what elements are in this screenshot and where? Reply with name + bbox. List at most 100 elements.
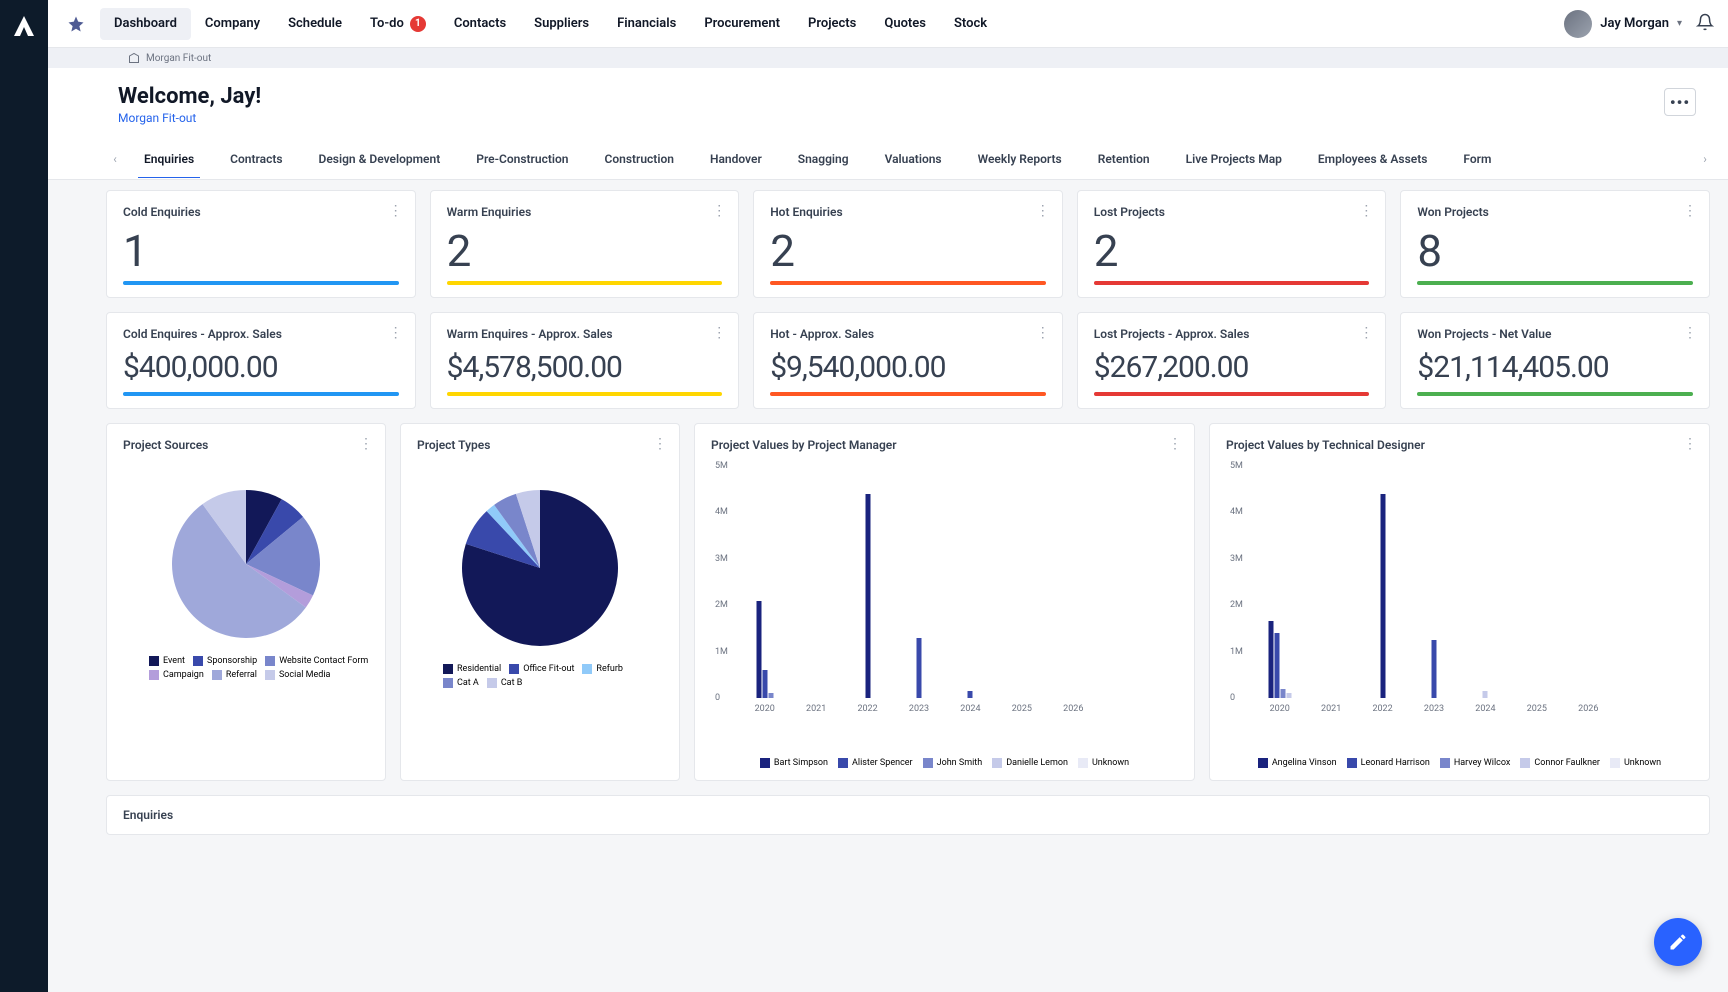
card-menu-icon[interactable]: ⋮ bbox=[1683, 436, 1697, 452]
tabs-scroll-right-icon[interactable]: › bbox=[1694, 139, 1716, 179]
chart-card-project_types: Project Types⋮ResidentialOffice Fit-outR… bbox=[400, 423, 680, 781]
tab-retention[interactable]: Retention bbox=[1080, 140, 1168, 178]
kpi-accent-bar bbox=[1094, 392, 1370, 396]
legend-item: Leonard Harrison bbox=[1347, 758, 1430, 768]
kpi-accent-bar bbox=[447, 281, 723, 285]
compose-fab-button[interactable] bbox=[1654, 918, 1702, 966]
nav-suppliers[interactable]: Suppliers bbox=[520, 8, 603, 40]
tab-form[interactable]: Form bbox=[1445, 140, 1509, 178]
legend-item: Referral bbox=[212, 670, 257, 680]
chart-card-values_by_td: Project Values by Technical Designer⋮01M… bbox=[1209, 423, 1710, 781]
tabs-scroll-left-icon[interactable]: ‹ bbox=[104, 139, 126, 179]
kpi-card: Won Projects⋮8 bbox=[1400, 190, 1710, 298]
nav-quotes[interactable]: Quotes bbox=[870, 8, 940, 40]
tab-employees-assets[interactable]: Employees & Assets bbox=[1300, 140, 1446, 178]
tab-live-projects-map[interactable]: Live Projects Map bbox=[1168, 140, 1300, 178]
legend-item: Unknown bbox=[1078, 758, 1129, 768]
kpi-accent-bar bbox=[1417, 392, 1693, 396]
chart-title: Project Values by Technical Designer bbox=[1226, 438, 1693, 452]
card-menu-icon[interactable]: ⋮ bbox=[1359, 325, 1373, 341]
chart-title: Project Types bbox=[417, 438, 663, 452]
kpi-title: Cold Enquiries bbox=[123, 205, 399, 219]
nav-projects[interactable]: Projects bbox=[794, 8, 870, 40]
bar bbox=[756, 601, 761, 698]
bar bbox=[1432, 640, 1437, 698]
tab-contracts[interactable]: Contracts bbox=[212, 140, 300, 178]
kpi-value: 1 bbox=[123, 229, 399, 273]
legend-item: Angelina Vinson bbox=[1258, 758, 1337, 768]
chart-card-project_sources: Project Sources⋮EventSponsorshipWebsite … bbox=[106, 423, 386, 781]
card-menu-icon[interactable]: ⋮ bbox=[1683, 325, 1697, 341]
page-title: Welcome, Jay! bbox=[118, 84, 261, 109]
kpi-card: Hot - Approx. Sales⋮$9,540,000.00 bbox=[753, 312, 1063, 409]
tab-construction[interactable]: Construction bbox=[586, 140, 691, 178]
nav-company[interactable]: Company bbox=[191, 8, 274, 40]
card-menu-icon[interactable]: ⋮ bbox=[712, 203, 726, 219]
user-name: Jay Morgan bbox=[1600, 16, 1669, 31]
legend-item: Sponsorship bbox=[193, 656, 257, 666]
bar bbox=[968, 691, 973, 698]
nav-stock[interactable]: Stock bbox=[940, 8, 1001, 40]
legend-item: Bart Simpson bbox=[760, 758, 828, 768]
kpi-title: Cold Enquires - Approx. Sales bbox=[123, 327, 399, 341]
card-menu-icon[interactable]: ⋮ bbox=[712, 325, 726, 341]
nav-financials[interactable]: Financials bbox=[603, 8, 690, 40]
nav-contacts[interactable]: Contacts bbox=[440, 8, 520, 40]
bar bbox=[762, 670, 767, 698]
tab-design-development[interactable]: Design & Development bbox=[301, 140, 459, 178]
tab-pre-construction[interactable]: Pre-Construction bbox=[458, 140, 586, 178]
kpi-value: $4,578,500.00 bbox=[447, 351, 723, 384]
tab-valuations[interactable]: Valuations bbox=[867, 140, 960, 178]
nav-to-do[interactable]: To-do1 bbox=[356, 8, 440, 40]
favorite-star-icon[interactable] bbox=[62, 10, 90, 38]
legend-item: Alister Spencer bbox=[838, 758, 913, 768]
nav-procurement[interactable]: Procurement bbox=[690, 8, 794, 40]
kpi-value: $9,540,000.00 bbox=[770, 351, 1046, 384]
org-link[interactable]: Morgan Fit-out bbox=[118, 111, 261, 125]
kpi-value: 8 bbox=[1417, 229, 1693, 273]
chart-title: Project Values by Project Manager bbox=[711, 438, 1178, 452]
breadcrumb-org[interactable]: Morgan Fit-out bbox=[146, 53, 211, 64]
tab-enquiries[interactable]: Enquiries bbox=[126, 140, 212, 178]
chevron-down-icon: ▾ bbox=[1677, 18, 1682, 29]
legend-item: Refurb bbox=[582, 664, 623, 674]
kpi-value: 2 bbox=[447, 229, 723, 273]
card-menu-icon[interactable]: ⋮ bbox=[1359, 203, 1373, 219]
nav-dashboard[interactable]: Dashboard bbox=[100, 8, 191, 40]
chart-title: Project Sources bbox=[123, 438, 369, 452]
app-logo-icon bbox=[12, 14, 36, 42]
kpi-title: Won Projects - Net Value bbox=[1417, 327, 1693, 341]
section-enquiries-header: Enquiries bbox=[106, 795, 1710, 835]
kpi-value: $21,114,405.00 bbox=[1417, 351, 1693, 384]
card-menu-icon[interactable]: ⋮ bbox=[389, 203, 403, 219]
kpi-accent-bar bbox=[770, 281, 1046, 285]
card-menu-icon[interactable]: ⋮ bbox=[389, 325, 403, 341]
bar bbox=[1280, 689, 1285, 698]
kpi-card: Cold Enquiries⋮ 1 bbox=[106, 190, 416, 298]
nav-schedule[interactable]: Schedule bbox=[274, 8, 356, 40]
card-menu-icon[interactable]: ⋮ bbox=[1683, 203, 1697, 219]
card-menu-icon[interactable]: ⋮ bbox=[653, 436, 667, 452]
kpi-accent-bar bbox=[770, 392, 1046, 396]
kpi-title: Lost Projects - Approx. Sales bbox=[1094, 327, 1370, 341]
avatar bbox=[1564, 10, 1592, 38]
user-menu[interactable]: Jay Morgan ▾ bbox=[1564, 10, 1682, 38]
card-menu-icon[interactable]: ⋮ bbox=[1036, 203, 1050, 219]
kpi-value: 2 bbox=[1094, 229, 1370, 273]
card-menu-icon[interactable]: ⋮ bbox=[1168, 436, 1182, 452]
kpi-card: Hot Enquiries⋮2 bbox=[753, 190, 1063, 298]
card-menu-icon[interactable]: ⋮ bbox=[1036, 325, 1050, 341]
kpi-card: Warm Enquiries⋮2 bbox=[430, 190, 740, 298]
tab-snagging[interactable]: Snagging bbox=[780, 140, 867, 178]
more-actions-button[interactable]: ••• bbox=[1664, 88, 1696, 116]
bar bbox=[917, 638, 922, 698]
tab-handover[interactable]: Handover bbox=[692, 140, 780, 178]
legend-item: Website Contact Form bbox=[265, 656, 368, 666]
legend-item: Campaign bbox=[149, 670, 204, 680]
kpi-value: 2 bbox=[770, 229, 1046, 273]
kpi-value: $400,000.00 bbox=[123, 351, 399, 384]
card-menu-icon[interactable]: ⋮ bbox=[359, 436, 373, 452]
notifications-bell-icon[interactable] bbox=[1696, 13, 1714, 35]
tab-weekly-reports[interactable]: Weekly Reports bbox=[960, 140, 1080, 178]
kebab-icon: ••• bbox=[1670, 93, 1690, 112]
